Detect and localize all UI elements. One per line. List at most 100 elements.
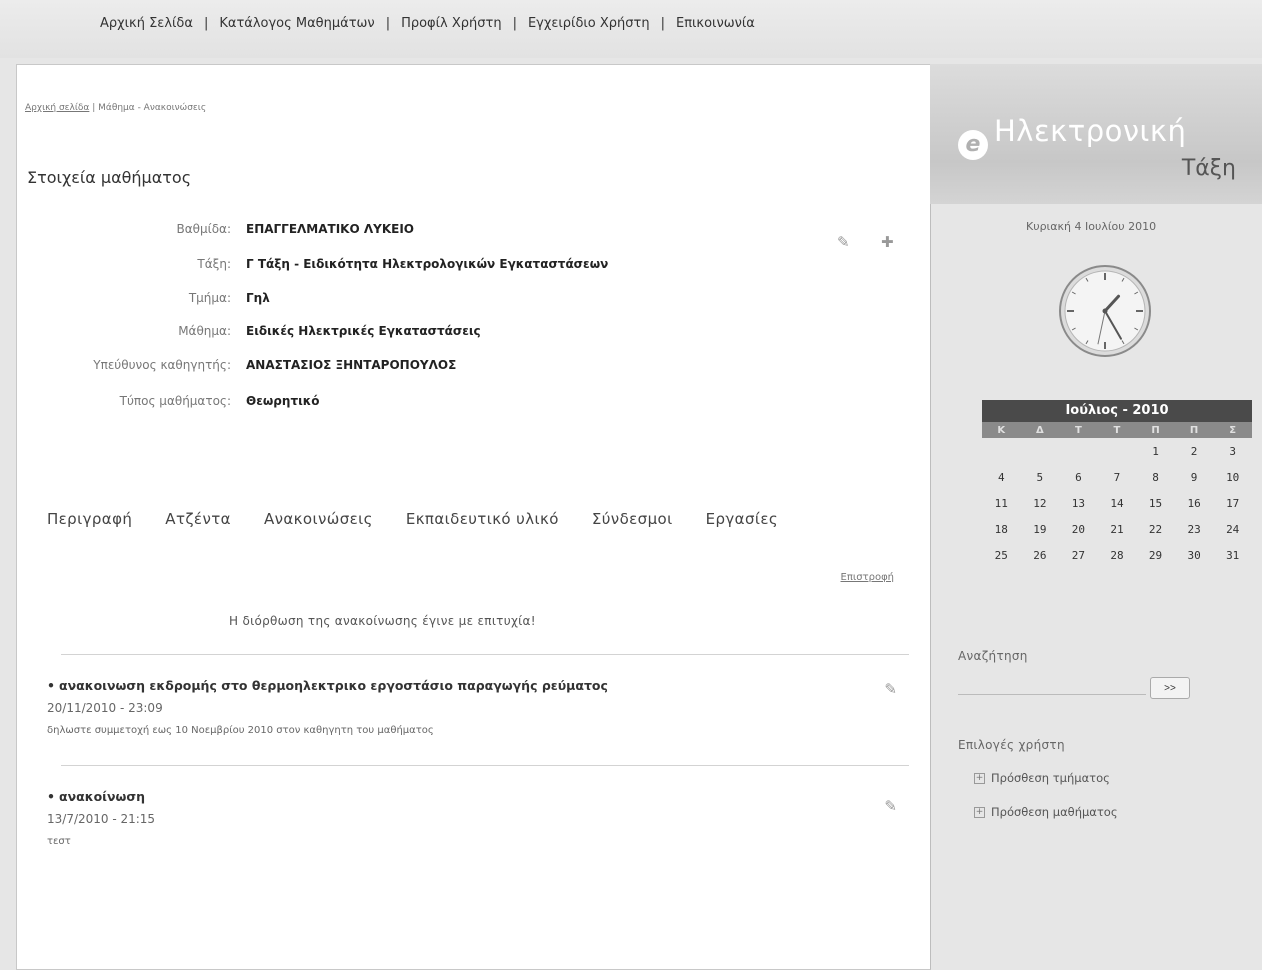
field-label-level: Βαθμίδα: bbox=[176, 222, 231, 236]
weekday-header: Κ bbox=[982, 422, 1021, 438]
calendar-day[interactable]: 27 bbox=[1059, 542, 1098, 568]
calendar-day[interactable]: 29 bbox=[1136, 542, 1175, 568]
breadcrumb-separator: | bbox=[89, 103, 99, 113]
weekday-header: Τ bbox=[1097, 422, 1137, 438]
calendar-day[interactable]: 19 bbox=[1021, 516, 1060, 542]
calendar-day[interactable]: 5 bbox=[1021, 464, 1060, 490]
calendar-day[interactable]: 21 bbox=[1098, 516, 1137, 542]
calendar-title: Ιούλιος - 2010 bbox=[982, 400, 1252, 422]
divider bbox=[61, 765, 909, 766]
nav-home-link[interactable]: Αρχική Σελίδα bbox=[100, 16, 193, 31]
edit-course-icon[interactable]: ✎ bbox=[837, 233, 850, 251]
calendar-day[interactable]: 9 bbox=[1175, 464, 1214, 490]
success-message: Η διόρθωση της ανακοίνωσης έγινε με επιτ… bbox=[229, 614, 536, 628]
calendar-day bbox=[1098, 438, 1137, 464]
calendar-day[interactable]: 31 bbox=[1213, 542, 1252, 568]
logo-title: Ηλεκτρονική bbox=[994, 114, 1187, 148]
tab-announcements[interactable]: Ανακοινώσεις bbox=[264, 510, 373, 528]
tab-educational-material[interactable]: Εκπαιδευτικό υλικό bbox=[406, 510, 559, 528]
current-date: Κυριακή 4 Ιουλίου 2010 bbox=[1026, 220, 1157, 233]
nav-course-catalog-link[interactable]: Κατάλογος Μαθημάτων bbox=[219, 16, 374, 31]
add-icon[interactable]: ✚ bbox=[881, 233, 894, 251]
calendar-day[interactable]: 30 bbox=[1175, 542, 1214, 568]
calendar-day bbox=[1059, 438, 1098, 464]
calendar-day[interactable]: 24 bbox=[1213, 516, 1252, 542]
main-content-panel: Αρχική σελίδα | Μάθημα - Ανακοινώσεις Στ… bbox=[16, 64, 931, 970]
nav-separator: | bbox=[385, 16, 391, 31]
add-course-option[interactable]: + Πρόσθεση μαθήματος bbox=[974, 805, 1118, 819]
calendar-day[interactable]: 6 bbox=[1059, 464, 1098, 490]
calendar-day[interactable]: 8 bbox=[1136, 464, 1175, 490]
user-options-label: Επιλογές χρήστη bbox=[958, 738, 1065, 752]
calendar-day[interactable]: 18 bbox=[982, 516, 1021, 542]
tab-links[interactable]: Σύνδεσμοι bbox=[592, 510, 673, 528]
calendar-day[interactable]: 28 bbox=[1098, 542, 1137, 568]
calendar-day[interactable]: 26 bbox=[1021, 542, 1060, 568]
bullet: • bbox=[47, 678, 55, 693]
logo-subtitle: Τάξη bbox=[1181, 156, 1236, 181]
announcement-body: τεστ bbox=[47, 836, 71, 847]
announcement-body: δηλωστε συμμετοχή εως 10 Νοεμβρίου 2010 … bbox=[47, 725, 434, 736]
nav-user-profile-link[interactable]: Προφίλ Χρήστη bbox=[401, 16, 501, 31]
field-value-level: ΕΠΑΓΓΕΛΜΑΤΙΚΟ ΛΥΚΕΙΟ bbox=[246, 222, 414, 236]
breadcrumb: Αρχική σελίδα | Μάθημα - Ανακοινώσεις bbox=[25, 103, 206, 113]
analog-clock bbox=[1059, 265, 1151, 357]
calendar-day[interactable]: 12 bbox=[1021, 490, 1060, 516]
field-label-course: Μάθημα: bbox=[178, 324, 231, 338]
calendar-day[interactable]: 10 bbox=[1213, 464, 1252, 490]
calendar-day[interactable]: 2 bbox=[1175, 438, 1214, 464]
calendar-day[interactable]: 13 bbox=[1059, 490, 1098, 516]
search-input[interactable] bbox=[958, 678, 1146, 695]
calendar-day[interactable]: 23 bbox=[1175, 516, 1214, 542]
course-tabs: Περιγραφή Ατζέντα Ανακοινώσεις Εκπαιδευτ… bbox=[47, 510, 811, 528]
weekday-header: Π bbox=[1174, 422, 1214, 438]
announcement-item: • ανακοινωση εκδρομής στο θερμοηλεκτρικο … bbox=[47, 678, 907, 736]
field-label-teacher: Υπεύθυνος καθηγητής: bbox=[93, 358, 231, 372]
back-link[interactable]: Επιστροφή bbox=[841, 572, 894, 583]
edit-announcement-icon[interactable]: ✎ bbox=[884, 797, 897, 815]
calendar-day[interactable]: 11 bbox=[982, 490, 1021, 516]
field-value-teacher: ΑΝΑΣΤΑΣΙΟΣ ΞΗΝΤΑΡΟΠΟΥΛΟΣ bbox=[246, 358, 457, 372]
field-value-section: Γηλ bbox=[246, 291, 270, 305]
calendar-day bbox=[1021, 438, 1060, 464]
nav-separator: | bbox=[660, 16, 665, 31]
announcement-title: • ανακοίνωση bbox=[47, 789, 907, 804]
top-nav-links: Αρχική Σελίδα | Κατάλογος Μαθημάτων | Πρ… bbox=[100, 16, 755, 31]
divider bbox=[61, 654, 909, 655]
tab-agenda[interactable]: Ατζέντα bbox=[165, 510, 231, 528]
bullet: • bbox=[47, 789, 55, 804]
nav-contact-link[interactable]: Επικοινωνία bbox=[676, 16, 755, 31]
calendar-day[interactable]: 15 bbox=[1136, 490, 1175, 516]
breadcrumb-home-link[interactable]: Αρχική σελίδα bbox=[25, 103, 89, 113]
tab-assignments[interactable]: Εργασίες bbox=[706, 510, 778, 528]
calendar-day[interactable]: 4 bbox=[982, 464, 1021, 490]
calendar-day[interactable]: 14 bbox=[1098, 490, 1137, 516]
course-info-title: Στοιχεία μαθήματος bbox=[27, 168, 192, 187]
edit-announcement-icon[interactable]: ✎ bbox=[884, 680, 897, 698]
logo-banner: e Ηλεκτρονική Τάξη bbox=[930, 64, 1262, 204]
add-section-option[interactable]: + Πρόσθεση τμήματος bbox=[974, 771, 1110, 785]
expand-icon: + bbox=[974, 773, 985, 784]
calendar-day[interactable]: 22 bbox=[1136, 516, 1175, 542]
breadcrumb-current: Μάθημα - Ανακοινώσεις bbox=[98, 103, 207, 113]
option-label: Πρόσθεση μαθήματος bbox=[991, 805, 1118, 819]
search-label: Αναζήτηση bbox=[958, 649, 1028, 663]
nav-separator: | bbox=[203, 16, 209, 31]
weekday-header: Σ bbox=[1213, 422, 1252, 438]
calendar-day[interactable]: 7 bbox=[1098, 464, 1137, 490]
calendar-day[interactable]: 3 bbox=[1213, 438, 1252, 464]
tab-description[interactable]: Περιγραφή bbox=[47, 510, 132, 528]
option-label: Πρόσθεση τμήματος bbox=[991, 771, 1110, 785]
calendar-day[interactable]: 1 bbox=[1136, 438, 1175, 464]
announcement-date: 13/7/2010 - 21:15 bbox=[47, 812, 156, 826]
calendar-day[interactable]: 20 bbox=[1059, 516, 1098, 542]
calendar-day[interactable]: 17 bbox=[1213, 490, 1252, 516]
announcement-title-text: ανακοίνωση bbox=[59, 789, 146, 804]
calendar-day[interactable]: 25 bbox=[982, 542, 1021, 568]
field-value-class: Γ Τάξη - Ειδικότητα Ηλεκτρολογικών Εγκατ… bbox=[246, 257, 609, 271]
nav-user-manual-link[interactable]: Εγχειρίδιο Χρήστη bbox=[528, 16, 650, 31]
field-label-course-type: Τύπος μαθήματος: bbox=[119, 394, 231, 408]
weekday-header: Δ bbox=[1020, 422, 1060, 438]
calendar-day[interactable]: 16 bbox=[1175, 490, 1214, 516]
search-button[interactable]: >> bbox=[1150, 677, 1190, 699]
